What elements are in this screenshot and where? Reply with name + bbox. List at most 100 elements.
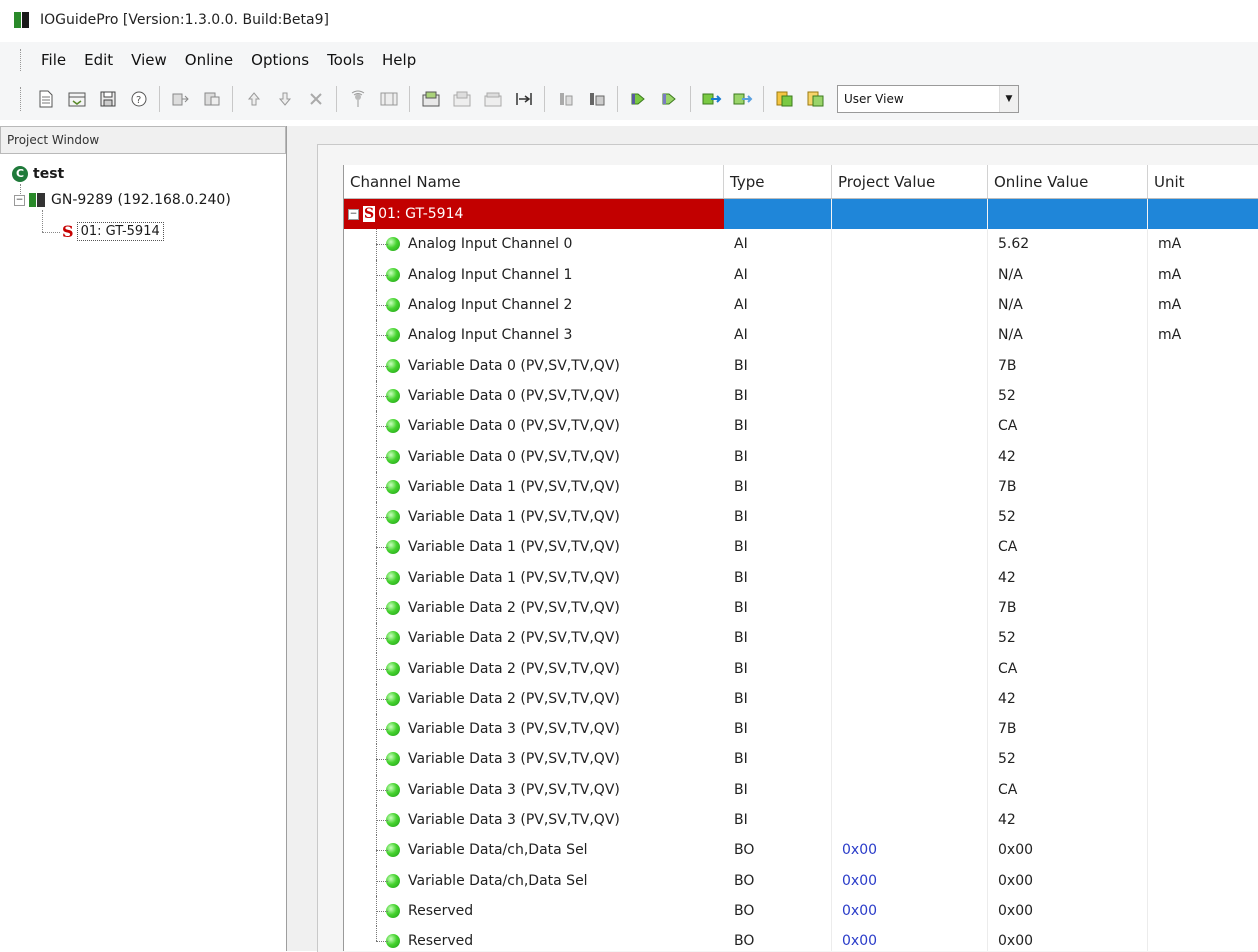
cell-project-value[interactable] <box>832 259 988 290</box>
disconnect-icon[interactable] <box>628 88 650 110</box>
table-row[interactable]: Reserved BO 0x00 0x00 <box>344 926 1258 951</box>
upload-icon[interactable] <box>451 88 473 110</box>
status-led-icon <box>386 328 400 343</box>
report-all-icon[interactable] <box>805 88 827 110</box>
table-row[interactable]: Variable Data/ch,Data Sel BO 0x00 0x00 <box>344 835 1258 866</box>
table-row[interactable]: Variable Data 1 (PV,SV,TV,QV) BI CA <box>344 532 1258 563</box>
menu-view[interactable]: View <box>122 51 176 69</box>
column-header-project-value[interactable]: Project Value <box>832 165 988 198</box>
cell-project-value[interactable] <box>832 623 988 654</box>
move-down-icon[interactable] <box>274 88 296 110</box>
new-icon[interactable] <box>35 88 57 110</box>
export-icon[interactable] <box>555 88 577 110</box>
cell-project-value[interactable] <box>832 411 988 442</box>
table-row[interactable]: Variable Data 1 (PV,SV,TV,QV) BI 7B <box>344 471 1258 502</box>
menu-online[interactable]: Online <box>176 51 242 69</box>
open-icon[interactable] <box>66 88 88 110</box>
column-header-type[interactable]: Type <box>724 165 832 198</box>
menu-edit[interactable]: Edit <box>75 51 122 69</box>
io-map-icon[interactable] <box>378 88 400 110</box>
scan-icon[interactable] <box>347 88 369 110</box>
table-row[interactable]: Variable Data 3 (PV,SV,TV,QV) BI 42 <box>344 804 1258 836</box>
cell-project-value[interactable] <box>832 441 988 472</box>
cell-project-value[interactable] <box>832 320 988 351</box>
receive-icon[interactable] <box>701 88 723 110</box>
table-row[interactable]: Analog Input Channel 0 AI 5.62 mA <box>344 229 1258 260</box>
table-row[interactable]: Variable Data 0 (PV,SV,TV,QV) BI 7B <box>344 350 1258 381</box>
collapse-icon[interactable]: − <box>14 194 25 206</box>
menu-options[interactable]: Options <box>242 51 318 69</box>
tree-line <box>376 880 388 882</box>
collapse-icon[interactable]: − <box>348 208 359 220</box>
module-icon: S <box>363 206 376 223</box>
table-row[interactable]: Variable Data 1 (PV,SV,TV,QV) BI 52 <box>344 501 1258 533</box>
table-row[interactable]: Variable Data 3 (PV,SV,TV,QV) BI 52 <box>344 744 1258 775</box>
cell-project-value[interactable] <box>832 714 988 745</box>
move-up-icon[interactable] <box>243 88 265 110</box>
group-row[interactable]: − S 01: GT-5914 <box>344 199 1258 230</box>
cell-project-value[interactable] <box>832 804 988 836</box>
table-row[interactable]: Reserved BO 0x00 0x00 <box>344 895 1258 927</box>
menu-tools[interactable]: Tools <box>318 51 373 69</box>
cell-project-value[interactable] <box>832 592 988 624</box>
cell-channel-name: Variable Data 3 (PV,SV,TV,QV) <box>344 744 724 775</box>
table-row[interactable]: Variable Data 3 (PV,SV,TV,QV) BI CA <box>344 774 1258 805</box>
tree-node-device[interactable]: − GN-9289 (192.168.0.240) <box>14 192 231 208</box>
connect-icon[interactable] <box>586 88 608 110</box>
cell-project-value[interactable]: 0x00 <box>832 895 988 927</box>
tree-node-module[interactable]: S 01: GT-5914 <box>62 222 164 241</box>
send-icon[interactable] <box>659 88 681 110</box>
cell-project-value[interactable] <box>832 289 988 321</box>
cell-project-value[interactable] <box>832 380 988 412</box>
table-row[interactable]: Variable Data 2 (PV,SV,TV,QV) BI 42 <box>344 683 1258 715</box>
table-row[interactable]: Variable Data 2 (PV,SV,TV,QV) BI 7B <box>344 592 1258 624</box>
table-row[interactable]: Variable Data 0 (PV,SV,TV,QV) BI 52 <box>344 380 1258 412</box>
column-header-online-value[interactable]: Online Value <box>988 165 1148 198</box>
table-row[interactable]: Variable Data 2 (PV,SV,TV,QV) BI 52 <box>344 623 1258 654</box>
delete-icon[interactable] <box>305 88 327 110</box>
cell-project-value[interactable] <box>832 774 988 805</box>
menu-help[interactable]: Help <box>373 51 425 69</box>
help-icon[interactable]: ? <box>128 88 150 110</box>
report-icon[interactable] <box>774 88 796 110</box>
tree-root[interactable]: C test <box>12 166 64 182</box>
table-row[interactable]: Analog Input Channel 3 AI N/A mA <box>344 320 1258 351</box>
cell-project-value[interactable]: 0x00 <box>832 926 988 951</box>
menu-file[interactable]: File <box>32 51 75 69</box>
table-row[interactable]: Variable Data 0 (PV,SV,TV,QV) BI CA <box>344 411 1258 442</box>
upload-all-icon[interactable] <box>482 88 504 110</box>
cell-project-value[interactable] <box>832 683 988 715</box>
cell-project-value[interactable] <box>832 501 988 533</box>
tree-line <box>376 517 388 519</box>
table-row[interactable]: Variable Data 0 (PV,SV,TV,QV) BI 42 <box>344 441 1258 472</box>
cell-project-value[interactable] <box>832 350 988 381</box>
paste-icon[interactable] <box>201 88 223 110</box>
cell-project-value[interactable]: 0x00 <box>832 835 988 866</box>
cell-project-value[interactable] <box>832 744 988 775</box>
cell-project-value[interactable] <box>832 562 988 593</box>
table-row[interactable]: Analog Input Channel 1 AI N/A mA <box>344 259 1258 290</box>
chevron-down-icon[interactable]: ▼ <box>999 86 1018 112</box>
table-row[interactable]: Variable Data 3 (PV,SV,TV,QV) BI 7B <box>344 714 1258 745</box>
column-header-channel-name[interactable]: Channel Name <box>344 165 724 198</box>
save-icon[interactable] <box>97 88 119 110</box>
cell-project-value[interactable] <box>832 653 988 684</box>
table-row[interactable]: Variable Data/ch,Data Sel BO 0x00 0x00 <box>344 865 1258 896</box>
download-icon[interactable] <box>420 88 442 110</box>
channel-name: Variable Data 1 (PV,SV,TV,QV) <box>408 478 620 495</box>
cell-project-value[interactable] <box>832 532 988 563</box>
cell-channel-name: Variable Data 2 (PV,SV,TV,QV) <box>344 623 724 654</box>
view-select[interactable]: User View ▼ <box>837 85 1019 113</box>
cell-project-value[interactable] <box>832 229 988 260</box>
column-header-unit[interactable]: Unit <box>1148 165 1258 198</box>
table-row[interactable]: Variable Data 2 (PV,SV,TV,QV) BI CA <box>344 653 1258 684</box>
cell-project-value[interactable]: 0x00 <box>832 865 988 896</box>
table-row[interactable]: Analog Input Channel 2 AI N/A mA <box>344 289 1258 321</box>
import-icon[interactable] <box>732 88 754 110</box>
compare-icon[interactable] <box>513 88 535 110</box>
cell-online-value: 0x00 <box>988 865 1148 896</box>
table-row[interactable]: Variable Data 1 (PV,SV,TV,QV) BI 42 <box>344 562 1258 593</box>
svg-text:?: ? <box>136 95 141 106</box>
copy-icon[interactable] <box>170 88 192 110</box>
cell-project-value[interactable] <box>832 471 988 502</box>
